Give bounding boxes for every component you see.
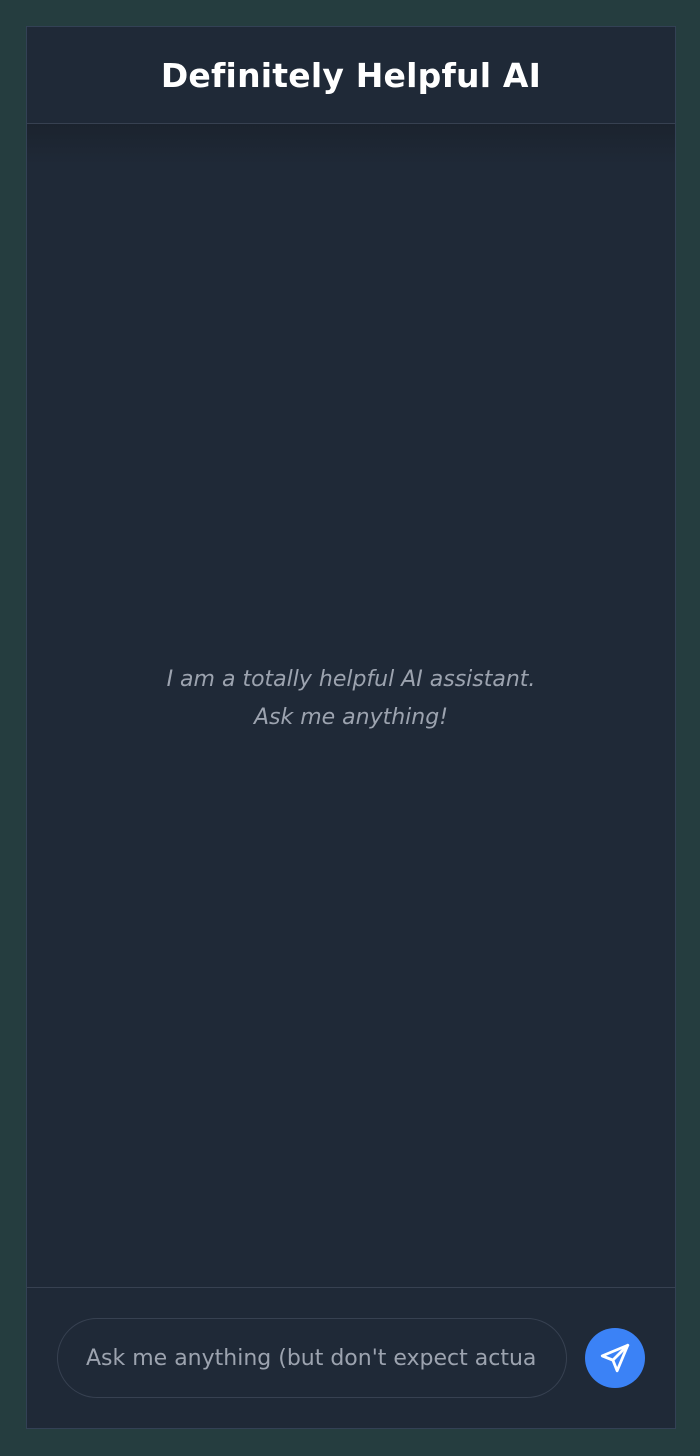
- chat-window: Definitely Helpful AI I am a totally hel…: [26, 26, 676, 1429]
- composer: [27, 1287, 675, 1428]
- message-list[interactable]: I am a totally helpful AI assistant. Ask…: [27, 124, 675, 1287]
- empty-state-line-1: I am a totally helpful AI assistant.: [166, 666, 536, 692]
- app-title: Definitely Helpful AI: [160, 55, 542, 95]
- message-input[interactable]: [57, 1318, 567, 1398]
- send-button[interactable]: [585, 1328, 645, 1388]
- send-icon: [600, 1343, 630, 1373]
- chat-header: Definitely Helpful AI: [27, 27, 675, 124]
- empty-state-line-2: Ask me anything!: [253, 704, 449, 730]
